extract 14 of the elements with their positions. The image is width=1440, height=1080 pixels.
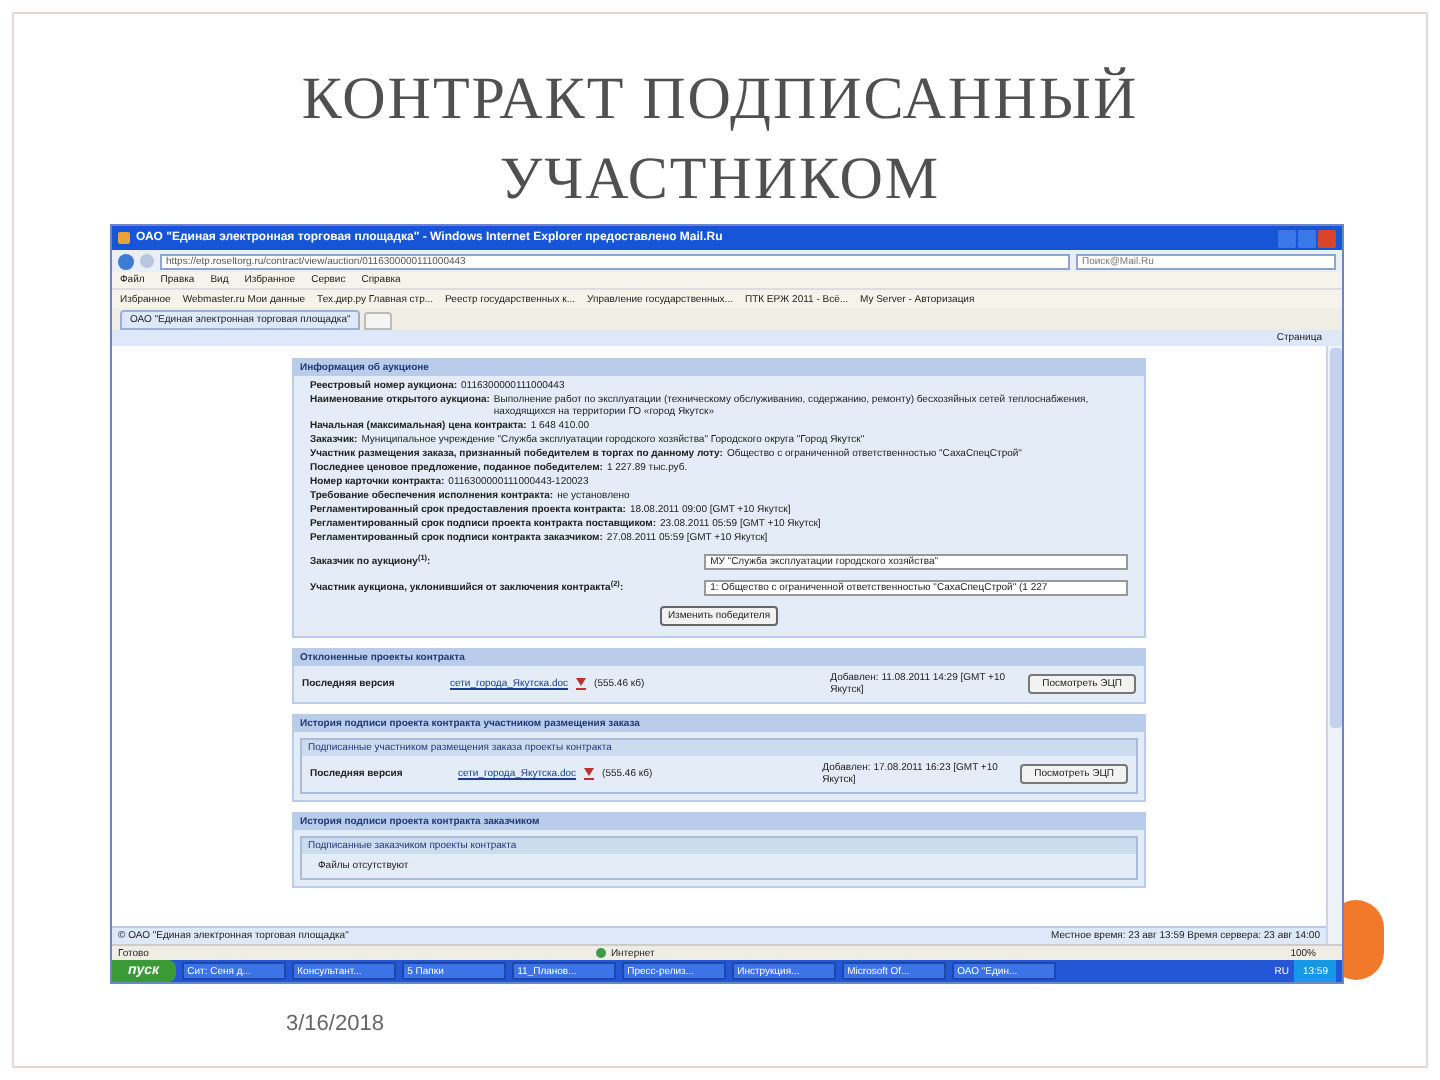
globe-icon [596,948,607,958]
back-button[interactable] [118,253,134,269]
page-icon [118,232,130,244]
close-button[interactable] [1318,229,1336,247]
download-icon [584,768,595,780]
slide-date: 3/16/2018 [286,1010,386,1040]
scrollbar-thumb[interactable] [1329,348,1341,728]
forward-button[interactable] [140,254,154,268]
slide-title: КОНТРАКТ ПОДПИСАННЫЙ УЧАСТНИКОМ [299,64,1141,216]
download-icon [576,678,587,690]
scrollbar[interactable] [1326,346,1342,944]
minimize-button[interactable] [1278,229,1296,247]
maximize-button[interactable] [1298,229,1316,247]
new-tab-button[interactable] [364,312,393,330]
